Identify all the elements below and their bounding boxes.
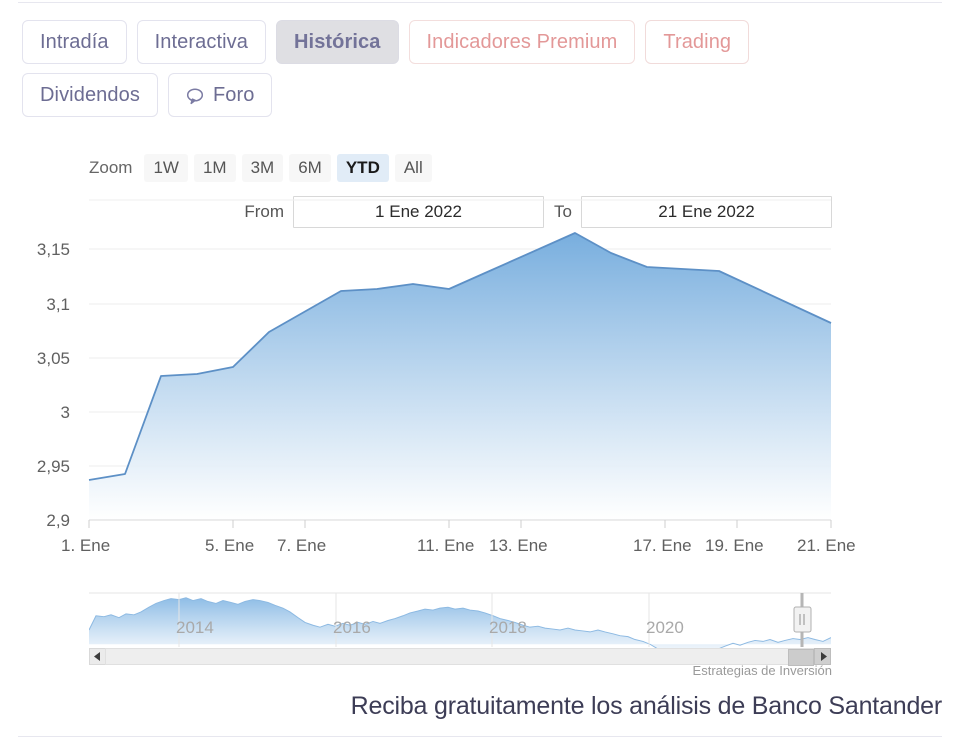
range-handle-icon[interactable]	[793, 606, 812, 633]
y-tick-3-1: 3,1	[46, 295, 70, 314]
tab-interactiva[interactable]: Interactiva	[136, 20, 266, 64]
tab-intradia[interactable]: Intradía	[22, 20, 127, 64]
tab-indicadores-premium[interactable]: Indicadores Premium	[408, 20, 636, 64]
chart-credit: Estrategias de Inversión	[692, 663, 832, 678]
tab-historica-label: Histórica	[294, 30, 381, 53]
x-tick-7-ene: 7. Ene	[277, 536, 327, 555]
triangle-left-icon	[93, 652, 100, 661]
x-tick-13-ene: 13. Ene	[489, 536, 548, 555]
y-tick-3-15: 3,15	[36, 240, 70, 259]
chart-area-series	[88, 232, 832, 520]
x-tick-1-ene: 1. Ene	[61, 536, 111, 555]
scroll-left-button[interactable]	[89, 648, 106, 665]
x-tick-11-ene: 11. Ene	[417, 536, 475, 555]
newsletter-banner: Reciba gratuitamente los análisis de Ban…	[0, 692, 960, 744]
area-fill	[89, 233, 831, 520]
tab-interactiva-label: Interactiva	[154, 30, 248, 53]
x-tick-21-ene: 21. Ene	[797, 536, 856, 555]
tab-dividendos[interactable]: Dividendos	[22, 73, 158, 117]
tab-intradia-label: Intradía	[40, 30, 109, 53]
tab-foro-label: Foro	[212, 83, 255, 106]
navigator-year-2014: 2014	[176, 618, 214, 637]
section-tabs-row-2: Dividendos Foro	[22, 73, 938, 117]
y-tick-2-95: 2,95	[36, 457, 70, 476]
navigator-year-2016: 2016	[333, 618, 371, 637]
y-tick-3-05: 3,05	[36, 349, 70, 368]
tab-dividendos-label: Dividendos	[40, 83, 140, 106]
tab-trading[interactable]: Trading	[645, 20, 750, 64]
chart-axis-lines	[88, 519, 832, 528]
navigator-year-2018: 2018	[489, 618, 527, 637]
section-tabs-row-1: Intradía Interactiva Histórica Indicador…	[22, 20, 938, 64]
x-tick-19-ene: 19. Ene	[705, 536, 764, 555]
x-tick-5-ene: 5. Ene	[205, 536, 255, 555]
tab-indicadores-premium-label: Indicadores Premium	[426, 30, 618, 53]
x-tick-17-ene: 17. Ene	[633, 536, 692, 555]
tab-foro[interactable]: Foro	[167, 73, 273, 117]
stock-chart-widget: Zoom 1W 1M 3M 6M YTD All From To	[0, 130, 960, 690]
tab-historica[interactable]: Histórica	[276, 20, 399, 64]
tab-trading-label: Trading	[663, 30, 732, 53]
top-divider	[18, 2, 942, 3]
navigator-year-2020: 2020	[646, 618, 684, 637]
speech-bubble-icon	[186, 87, 207, 105]
newsletter-banner-text: Reciba gratuitamente los análisis de Ban…	[350, 692, 943, 720]
triangle-right-icon	[820, 652, 827, 661]
y-tick-3: 3	[60, 403, 70, 422]
section-tabs: Intradía Interactiva Histórica Indicador…	[22, 20, 938, 126]
y-tick-2-9: 2,9	[46, 511, 70, 530]
bottom-divider	[18, 736, 942, 737]
